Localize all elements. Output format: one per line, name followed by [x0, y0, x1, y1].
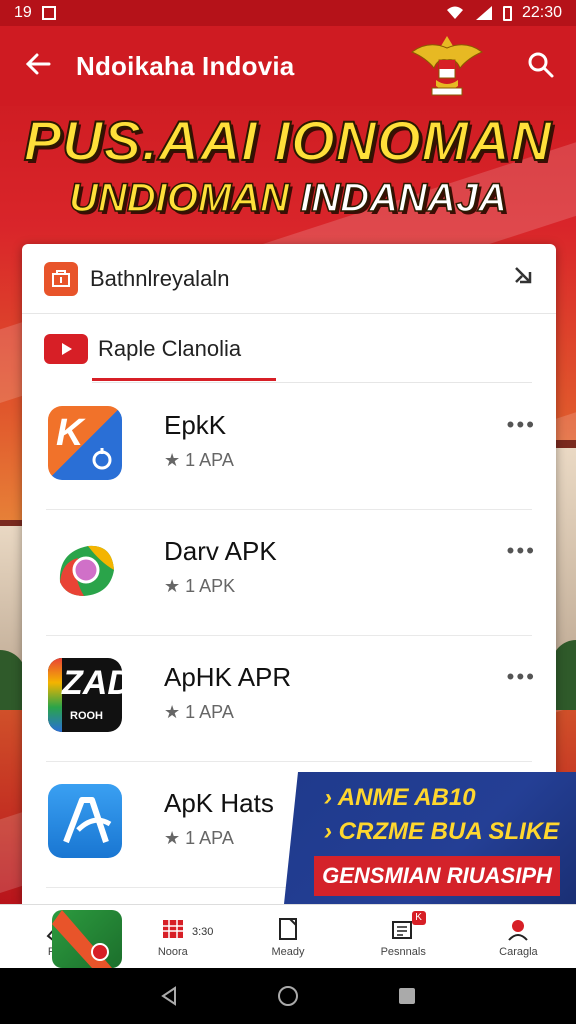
nav-extra-text: 3:30 — [192, 926, 214, 938]
app-icon-apk-hats — [48, 784, 122, 858]
nav-item-caragla[interactable]: Caragla — [461, 905, 576, 968]
category-icon — [44, 261, 78, 296]
system-navigation-bar — [0, 968, 576, 1024]
recents-icon[interactable] — [396, 985, 418, 1007]
notification-icon — [41, 6, 56, 20]
nav-label: Meady — [271, 945, 305, 958]
star-icon: ★ — [164, 702, 186, 722]
profile-icon — [508, 919, 529, 941]
nav-label: Noora — [157, 945, 188, 958]
more-options-icon[interactable]: • • • — [507, 664, 534, 690]
notification-badge: K — [411, 911, 426, 925]
app-meta: ★ 1 APA — [164, 828, 234, 849]
promo-line-2-text: CRZME BUA SLIKE — [338, 818, 560, 845]
expand-icon[interactable] — [512, 264, 534, 293]
garuda-emblem-icon — [411, 36, 483, 96]
promo-ribbon: GENSMIAN RIUASIPH — [314, 856, 560, 896]
card-header[interactable]: Bathnlreyalaln — [22, 244, 556, 314]
app-icon-epkk: K — [48, 406, 122, 480]
star-icon: ★ — [164, 828, 186, 848]
app-meta-text: 1 APA — [185, 450, 234, 470]
list-item[interactable]: K EpkK ★ 1 APA • • • — [46, 384, 534, 510]
app-meta-text: 1 APA — [185, 702, 234, 722]
back-arrow-icon[interactable] — [0, 49, 76, 83]
app-meta-text: 1 APK — [185, 576, 236, 596]
wifi-icon — [446, 6, 463, 19]
promo-line-2: › CRZME BUA SLIKE — [324, 818, 560, 845]
status-time: 22:30 — [521, 4, 562, 21]
tab-youtube[interactable]: Raple Clanolia — [22, 314, 556, 384]
status-left-text: 19 — [14, 4, 32, 21]
signal-icon — [475, 6, 492, 20]
star-icon: ★ — [164, 450, 186, 470]
banner-line-2-yellow: UNDIOMAN — [68, 175, 290, 221]
app-icon-darv — [48, 532, 122, 606]
banner-line-2-white: INDANAJA — [299, 175, 507, 221]
promo-line-1: › ANME AB10 — [324, 784, 476, 811]
app-meta: ★ 1 APK — [164, 576, 235, 597]
divider — [92, 382, 532, 383]
app-name: EpkK — [164, 410, 227, 440]
search-icon[interactable] — [526, 50, 556, 80]
store-icon — [162, 919, 183, 938]
app-icon-letter: K — [56, 412, 84, 454]
page-title: Ndoikaha Indovia — [76, 50, 295, 81]
app-meta-text: 1 APA — [185, 828, 234, 848]
list-item[interactable]: ZAD ROOH ApHK APR ★ 1 APA • • • — [46, 636, 534, 762]
list-item[interactable]: Darv APK ★ 1 APK • • • — [46, 510, 534, 636]
app-icon-aphk: ZAD ROOH — [48, 658, 122, 732]
more-options-icon[interactable]: • • • — [507, 538, 534, 564]
banner-line-1: PUS.AAI IONOMAN — [23, 108, 553, 173]
status-bar: 19 22:30 — [0, 0, 576, 26]
app-bar: Ndoikaha Indovia — [0, 26, 576, 106]
back-icon[interactable] — [158, 985, 180, 1007]
app-meta: ★ 1 APA — [164, 702, 234, 723]
app-icon-subtext: ROOH — [70, 710, 103, 722]
banner-line-2: UNDIOMAN INDANAJA — [0, 174, 576, 222]
nav-label: Pesnnals — [380, 945, 426, 958]
nav-item-pesnnals[interactable]: K Pesnnals — [346, 905, 461, 968]
nav-label: Caragla — [499, 945, 538, 958]
promo-banner[interactable]: › ANME AB10 › CRZME BUA SLIKE GENSMIAN R… — [284, 772, 576, 904]
banner-headline: PUS.AAI IONOMAN UNDIOMAN INDANAJA — [0, 108, 576, 222]
app-meta: ★ 1 APA — [164, 450, 234, 471]
tab-label: Raple Clanolia — [98, 336, 242, 361]
nav-item-meady[interactable]: Meady — [230, 905, 345, 968]
battery-icon — [502, 5, 512, 21]
star-icon: ★ — [164, 576, 186, 596]
promo-line-1-text: ANME AB10 — [337, 784, 476, 811]
youtube-icon — [44, 334, 88, 364]
app-name: ApK Hats — [164, 788, 274, 818]
home-icon[interactable] — [277, 985, 299, 1007]
document-icon — [279, 917, 297, 940]
partial-app-icon — [52, 910, 122, 968]
tab-active-indicator — [92, 378, 276, 381]
app-icon-letters: ZAD — [62, 664, 122, 702]
more-options-icon[interactable]: • • • — [507, 412, 534, 438]
card-header-label: Bathnlreyalaln — [90, 265, 230, 291]
app-name: ApHK APR — [164, 662, 292, 692]
app-name: Darv APK — [164, 536, 277, 566]
